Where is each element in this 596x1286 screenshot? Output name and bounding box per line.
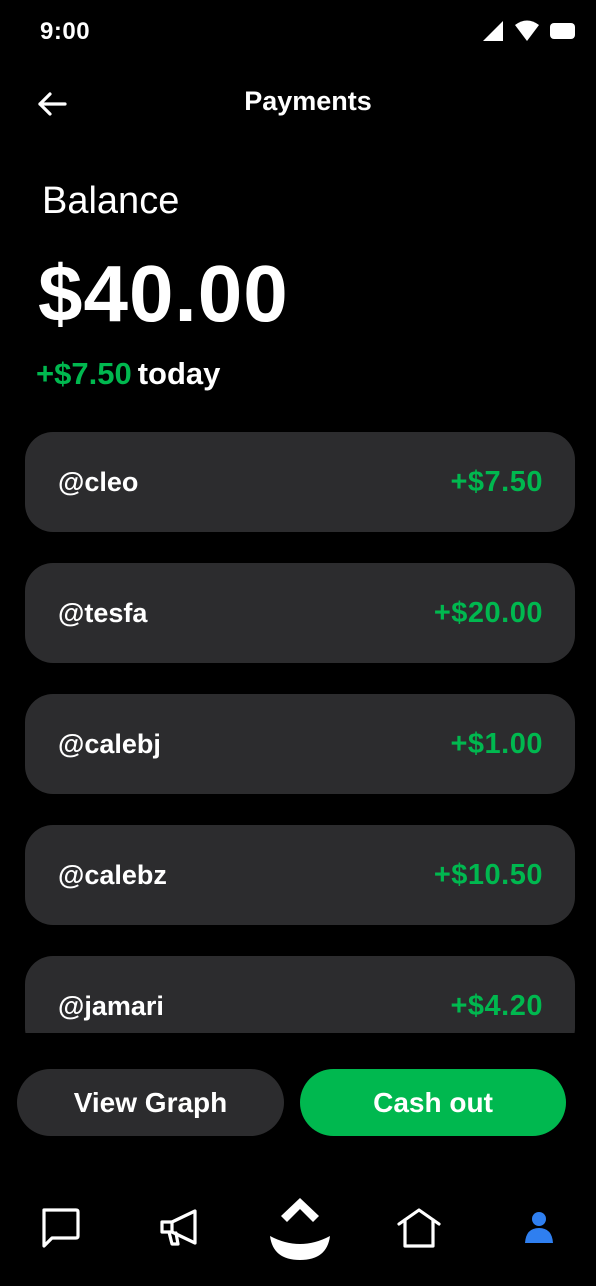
cellular-signal-icon	[482, 20, 504, 42]
payment-amount: +$7.50	[450, 465, 543, 498]
balance-amount: $40.00	[38, 249, 289, 338]
page-title: Payments	[244, 86, 372, 116]
chat-icon	[37, 1205, 83, 1256]
payment-amount: +$10.50	[433, 858, 543, 891]
status-bar: 9:00	[0, 0, 596, 64]
nav-item-profile[interactable]	[509, 1200, 569, 1260]
home-icon	[396, 1205, 442, 1256]
payment-user: @tesfa	[58, 597, 148, 628]
status-icons	[482, 20, 576, 42]
today-change-label: today	[137, 356, 221, 391]
wifi-icon	[514, 20, 540, 42]
header: Payments	[0, 70, 596, 140]
payment-row[interactable]: @jamari +$4.20	[25, 956, 575, 1033]
app-logo-icon	[267, 1194, 333, 1267]
payment-user: @cleo	[58, 466, 139, 497]
payment-amount: +$4.20	[450, 989, 543, 1022]
bottom-nav	[0, 1186, 596, 1286]
payment-user: @jamari	[58, 990, 164, 1021]
nav-item-announcements[interactable]	[150, 1200, 210, 1260]
payment-amount: +$1.00	[450, 727, 543, 760]
nav-item-main[interactable]	[262, 1192, 338, 1268]
payment-row[interactable]: @cleo +$7.50	[25, 432, 575, 532]
today-change-amount: +$7.50	[36, 356, 132, 391]
payments-screen: 9:00 Payments Balance $40.00 +$7.50 toda…	[0, 0, 596, 1286]
view-graph-button[interactable]: View Graph	[17, 1069, 284, 1136]
payment-user: @calebz	[58, 859, 167, 890]
payment-amount: +$20.00	[433, 596, 543, 629]
payment-row[interactable]: @tesfa +$20.00	[25, 563, 575, 663]
balance-label: Balance	[42, 180, 180, 222]
today-change-row: +$7.50 today	[36, 356, 220, 392]
nav-item-messages[interactable]	[30, 1200, 90, 1260]
profile-icon	[519, 1208, 559, 1253]
battery-icon	[550, 21, 576, 41]
status-time: 9:00	[40, 18, 91, 45]
cash-out-button[interactable]: Cash out	[300, 1069, 566, 1136]
payment-row[interactable]: @calebz +$10.50	[25, 825, 575, 925]
payments-list[interactable]: @cleo +$7.50 @tesfa +$20.00 @calebj +$1.…	[25, 432, 575, 1033]
megaphone-icon	[157, 1205, 203, 1256]
payment-user: @calebj	[58, 728, 161, 759]
payment-row[interactable]: @calebj +$1.00	[25, 694, 575, 794]
nav-item-home[interactable]	[389, 1200, 449, 1260]
